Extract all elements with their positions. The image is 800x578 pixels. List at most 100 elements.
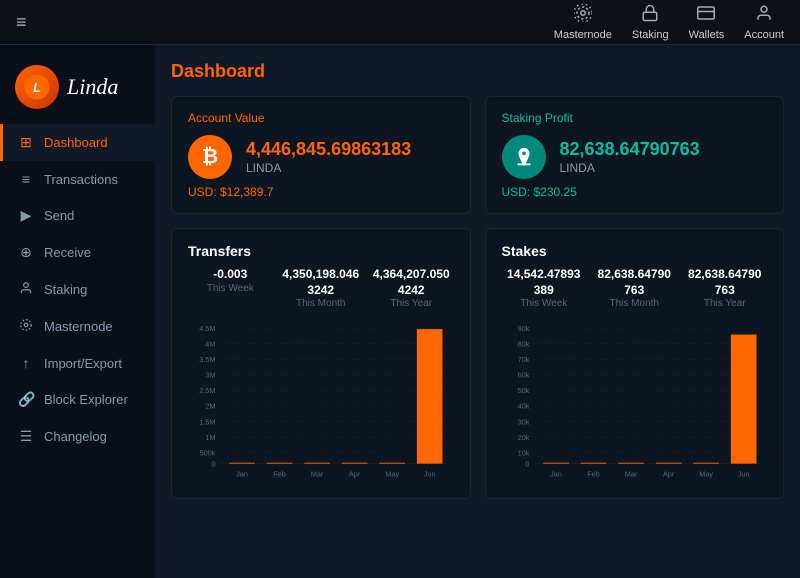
svg-text:4.5M: 4.5M — [199, 324, 215, 333]
sidebar-item-changelog[interactable]: ☰ Changelog — [0, 418, 155, 455]
staking-icon — [641, 4, 659, 27]
transfers-stats: -0.003 This Week 4,350,198.0463242 This … — [188, 267, 454, 309]
stakes-month-value: 82,638.64790763 — [592, 267, 677, 298]
transfers-title: Transfers — [188, 243, 454, 259]
staking-profit-info: 82,638.64790763 LINDA — [560, 139, 700, 175]
sidebar: L Linda ⊞ Dashboard ≡ Transactions ▶ Sen… — [0, 45, 155, 578]
account-value-usd: USD: $12,389.7 — [188, 185, 454, 199]
wallets-icon — [697, 4, 715, 27]
sidebar-label-staking: Staking — [44, 282, 87, 297]
stakes-week-value: 14,542.47893389 — [502, 267, 587, 298]
stakes-stats: 14,542.47893389 This Week 82,638.6479076… — [502, 267, 768, 309]
hamburger-icon[interactable]: ≡ — [16, 12, 27, 33]
svg-text:Jun: Jun — [737, 470, 749, 479]
svg-text:80k: 80k — [517, 340, 529, 349]
transfers-month-value: 4,350,198.0463242 — [279, 267, 364, 298]
sidebar-item-staking[interactable]: Staking — [0, 271, 155, 308]
svg-text:90k: 90k — [517, 324, 529, 333]
staking-label: Staking — [632, 29, 669, 41]
transfers-year-stat: 4,364,207.0504242 This Year — [369, 267, 454, 309]
sidebar-item-transactions[interactable]: ≡ Transactions — [0, 161, 155, 197]
stakes-month-stat: 82,638.64790763 This Month — [592, 267, 677, 309]
svg-text:1.5M: 1.5M — [199, 417, 215, 426]
svg-text:Apr: Apr — [662, 470, 674, 479]
svg-text:Mar: Mar — [311, 470, 324, 479]
staking-profit-card: Staking Profit 82,638.64790763 LINDA USD… — [485, 96, 785, 214]
stakes-chart-card: Stakes 14,542.47893389 This Week 82,638.… — [485, 228, 785, 499]
stakes-chart-svg: 90k 80k 70k 60k 50k 40k 30k 20k 10k 0 — [502, 319, 768, 479]
stakes-week-stat: 14,542.47893389 This Week — [502, 267, 587, 309]
svg-text:3M: 3M — [205, 371, 215, 380]
masternode-label: Masternode — [554, 29, 612, 41]
dashboard-icon: ⊞ — [18, 134, 34, 151]
svg-text:Feb: Feb — [273, 470, 286, 479]
svg-text:Jun: Jun — [424, 470, 436, 479]
transfers-month-stat: 4,350,198.0463242 This Month — [279, 267, 364, 309]
wallets-label: Wallets — [689, 29, 725, 41]
svg-text:L: L — [33, 81, 41, 95]
svg-text:Feb: Feb — [587, 470, 600, 479]
svg-text:Jan: Jan — [236, 470, 248, 479]
sidebar-item-masternode[interactable]: Masternode — [0, 308, 155, 345]
stakes-year-label: This Year — [683, 298, 768, 309]
svg-text:May: May — [385, 470, 399, 479]
masternode-icon — [574, 4, 592, 27]
nav-account[interactable]: Account — [744, 4, 784, 41]
account-value-card: Account Value ₿ 4,446,845.69863183 LINDA… — [171, 96, 471, 214]
staking-profit-icon — [502, 135, 546, 179]
svg-text:500k: 500k — [200, 449, 216, 458]
sidebar-item-dashboard[interactable]: ⊞ Dashboard — [0, 124, 155, 161]
logo-icon: L — [15, 65, 59, 109]
sidebar-label-masternode: Masternode — [44, 319, 113, 334]
bitcoin-icon: ₿ — [188, 135, 232, 179]
sidebar-label-send: Send — [44, 208, 74, 223]
staking-profit-unit: LINDA — [560, 161, 700, 175]
svg-text:30k: 30k — [517, 417, 529, 426]
nav-wallets[interactable]: Wallets — [689, 4, 725, 41]
header-left: ≡ — [16, 12, 27, 33]
svg-text:0: 0 — [211, 460, 215, 469]
stakes-title: Stakes — [502, 243, 768, 259]
changelog-icon: ☰ — [18, 428, 34, 445]
sidebar-label-import-export: Import/Export — [44, 356, 122, 371]
transfers-week-value: -0.003 — [188, 267, 273, 283]
stakes-month-label: This Month — [592, 298, 677, 309]
svg-text:0: 0 — [525, 460, 529, 469]
logo-area: L Linda — [0, 55, 155, 124]
svg-text:40k: 40k — [517, 402, 529, 411]
svg-text:3.5M: 3.5M — [199, 355, 215, 364]
receive-icon: ⊕ — [18, 244, 34, 261]
account-value-main: ₿ 4,446,845.69863183 LINDA — [188, 135, 454, 179]
block-explorer-icon: 🔗 — [18, 391, 34, 408]
account-value-info: 4,446,845.69863183 LINDA — [246, 139, 411, 175]
staking-profit-amount: 82,638.64790763 — [560, 139, 700, 161]
stakes-week-label: This Week — [502, 298, 587, 309]
svg-text:2.5M: 2.5M — [199, 386, 215, 395]
transactions-icon: ≡ — [18, 171, 34, 187]
sidebar-label-dashboard: Dashboard — [44, 135, 108, 150]
header-nav: Masternode Staking Wallets — [554, 4, 784, 41]
sidebar-item-send[interactable]: ▶ Send — [0, 197, 155, 234]
sidebar-label-receive: Receive — [44, 245, 91, 260]
svg-text:2M: 2M — [205, 402, 215, 411]
account-value-unit: LINDA — [246, 161, 411, 175]
stakes-year-stat: 82,638.64790763 This Year — [683, 267, 768, 309]
sidebar-item-receive[interactable]: ⊕ Receive — [0, 234, 155, 271]
svg-text:70k: 70k — [517, 355, 529, 364]
main-content: Dashboard Account Value ₿ 4,446,845.6986… — [155, 45, 800, 578]
staking-profit-main: 82,638.64790763 LINDA — [502, 135, 768, 179]
svg-text:1M: 1M — [205, 433, 215, 442]
nav-staking[interactable]: Staking — [632, 4, 669, 41]
svg-text:50k: 50k — [517, 386, 529, 395]
sidebar-item-import-export[interactable]: ↑ Import/Export — [0, 345, 155, 381]
page-title: Dashboard — [171, 61, 784, 82]
sidebar-item-block-explorer[interactable]: 🔗 Block Explorer — [0, 381, 155, 418]
sidebar-label-transactions: Transactions — [44, 172, 118, 187]
transfers-chart-svg: 4.5M 4M 3.5M 3M 2.5M 2M 1.5M 1M 500k 0 — [188, 319, 454, 479]
nav-masternode[interactable]: Masternode — [554, 4, 612, 41]
svg-text:10k: 10k — [517, 449, 529, 458]
svg-text:Apr: Apr — [349, 470, 361, 479]
account-value-amount: 4,446,845.69863183 — [246, 139, 411, 161]
transfers-year-label: This Year — [369, 298, 454, 309]
charts-row: Transfers -0.003 This Week 4,350,198.046… — [171, 228, 784, 499]
